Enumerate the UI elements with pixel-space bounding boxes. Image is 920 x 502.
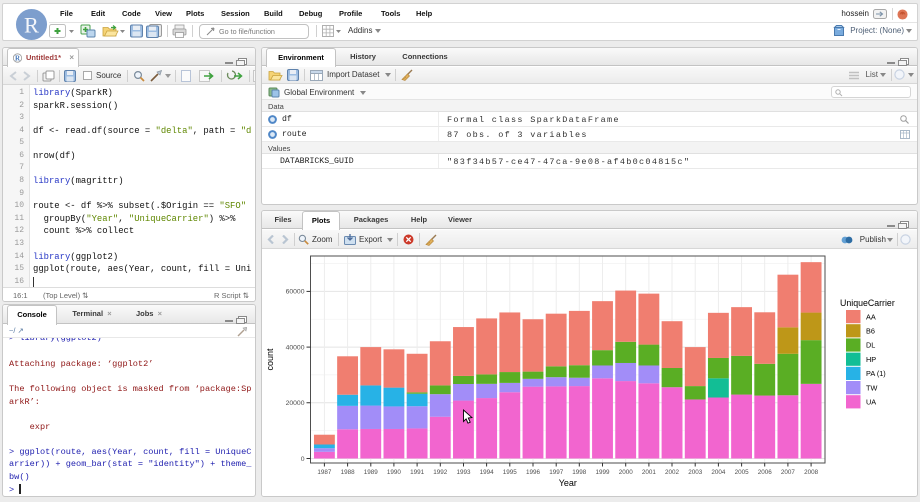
svg-text:UniqueCarrier: UniqueCarrier	[840, 298, 895, 308]
svg-text:B6: B6	[866, 327, 875, 336]
svg-text:2004: 2004	[711, 469, 726, 476]
svg-text:UA: UA	[866, 398, 876, 407]
svg-text:count: count	[265, 348, 275, 371]
svg-text:1995: 1995	[503, 469, 518, 476]
svg-text:1988: 1988	[341, 469, 356, 476]
svg-text:1991: 1991	[410, 469, 425, 476]
svg-text:TW: TW	[866, 383, 877, 392]
svg-text:40000: 40000	[286, 344, 305, 351]
svg-text:1994: 1994	[480, 469, 495, 476]
svg-text:2006: 2006	[758, 469, 773, 476]
svg-text:1992: 1992	[433, 469, 448, 476]
svg-text:2005: 2005	[735, 469, 750, 476]
svg-text:1998: 1998	[572, 469, 587, 476]
svg-text:2008: 2008	[804, 469, 819, 476]
svg-text:2000: 2000	[619, 469, 634, 476]
svg-text:DL: DL	[866, 341, 875, 350]
svg-text:1993: 1993	[456, 469, 471, 476]
svg-text:2003: 2003	[688, 469, 703, 476]
svg-text:2002: 2002	[665, 469, 680, 476]
svg-text:1989: 1989	[364, 469, 379, 476]
svg-text:1990: 1990	[387, 469, 402, 476]
svg-text:PA (1): PA (1)	[866, 369, 886, 378]
svg-text:1987: 1987	[317, 469, 332, 476]
svg-text:20000: 20000	[286, 400, 305, 407]
svg-text:60000: 60000	[286, 289, 305, 296]
svg-text:2007: 2007	[781, 469, 796, 476]
svg-text:AA: AA	[866, 312, 876, 321]
svg-text:HP: HP	[866, 355, 876, 364]
svg-text:Year: Year	[559, 478, 577, 488]
svg-text:0: 0	[301, 456, 305, 463]
svg-text:1997: 1997	[549, 469, 564, 476]
svg-text:2001: 2001	[642, 469, 657, 476]
svg-text:1999: 1999	[595, 469, 610, 476]
svg-text:1996: 1996	[526, 469, 541, 476]
